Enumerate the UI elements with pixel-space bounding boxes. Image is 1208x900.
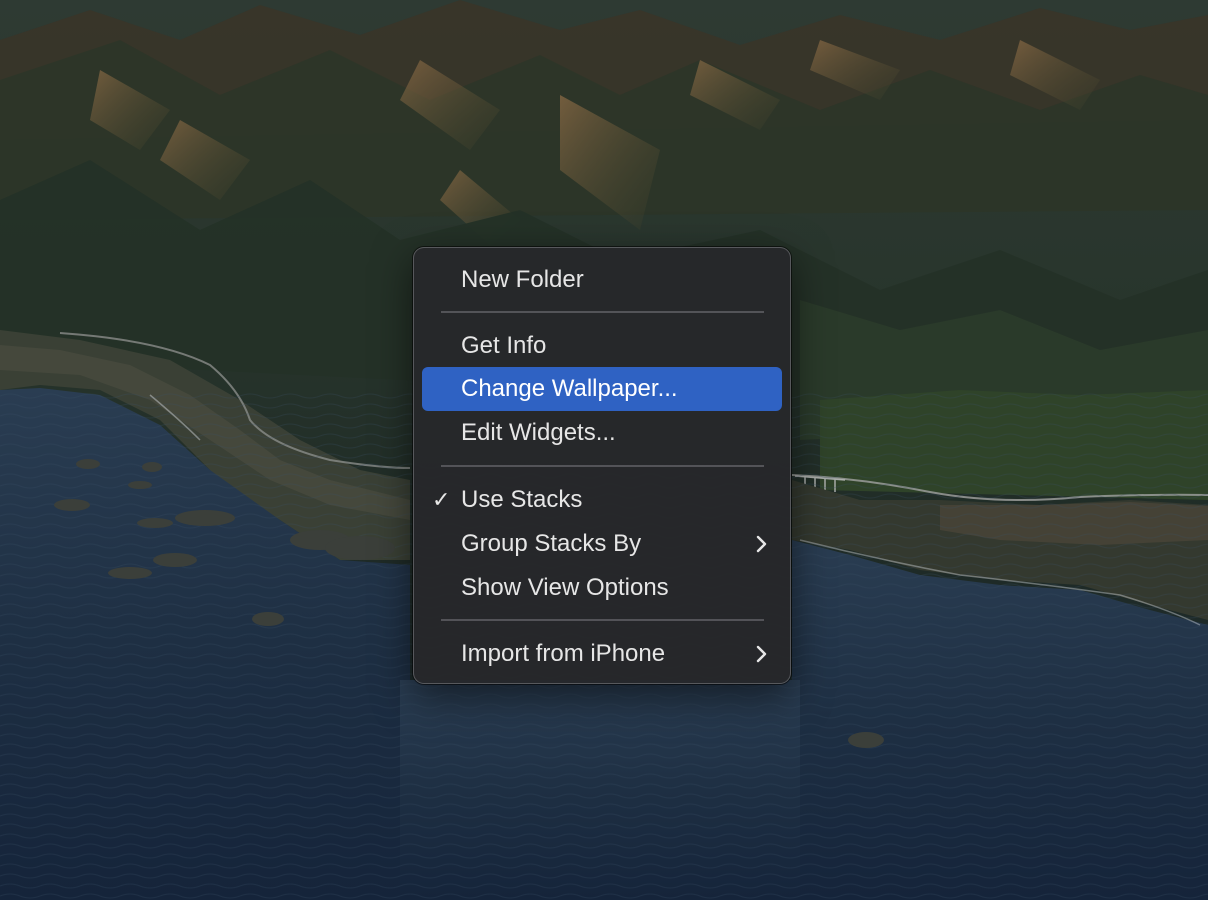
menu-item-label: New Folder xyxy=(461,266,584,293)
checkmark-icon: ✓ xyxy=(432,487,451,512)
chevron-right-icon xyxy=(756,535,767,553)
menu-item-label: Get Info xyxy=(461,332,547,359)
menu-item-change-wallpaper[interactable]: Change Wallpaper... xyxy=(422,367,782,411)
menu-item-use-stacks[interactable]: ✓ Use Stacks xyxy=(422,478,782,522)
menu-item-group-stacks-by[interactable]: Group Stacks By xyxy=(422,522,782,566)
menu-item-import-from-iphone[interactable]: Import from iPhone xyxy=(422,632,782,676)
menu-item-show-view-options[interactable]: Show View Options xyxy=(422,566,782,610)
menu-item-label: Use Stacks xyxy=(461,486,583,513)
menu-separator xyxy=(441,311,764,313)
desktop[interactable]: New Folder Get Info Change Wallpaper... … xyxy=(0,0,1208,900)
menu-item-label: Import from iPhone xyxy=(461,640,666,667)
menu-separator xyxy=(441,619,764,621)
menu-separator xyxy=(441,465,764,467)
menu-item-label: Show View Options xyxy=(461,574,669,601)
menu-item-label: Edit Widgets... xyxy=(461,419,616,446)
desktop-context-menu: New Folder Get Info Change Wallpaper... … xyxy=(413,247,791,684)
menu-item-new-folder[interactable]: New Folder xyxy=(422,258,782,302)
chevron-right-icon xyxy=(756,645,767,663)
menu-item-edit-widgets[interactable]: Edit Widgets... xyxy=(422,411,782,455)
menu-item-label: Group Stacks By xyxy=(461,530,642,557)
menu-item-get-info[interactable]: Get Info xyxy=(422,324,782,368)
menu-item-label: Change Wallpaper... xyxy=(461,375,678,402)
